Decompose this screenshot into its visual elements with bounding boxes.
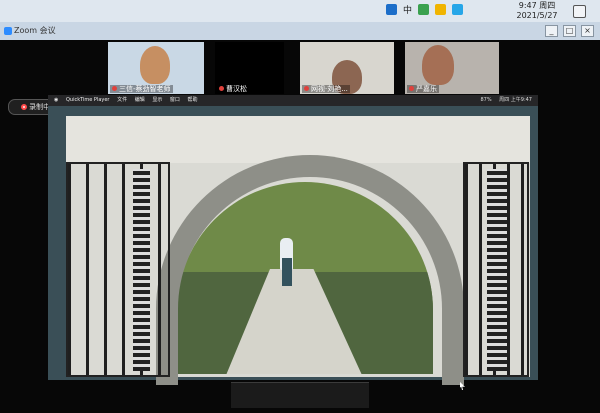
participant-name: 严嘉乐 bbox=[407, 85, 439, 93]
shared-menubar: ◉ QuickTime Player 文件 编辑 显示 窗口 帮助 87% 周四… bbox=[48, 95, 538, 106]
clock[interactable]: 9:47 周四 2021/5/27 bbox=[515, 1, 559, 21]
clock-time: 9:47 周四 bbox=[518, 1, 556, 10]
zoom-logo-icon bbox=[4, 27, 12, 35]
ime-icon[interactable] bbox=[386, 4, 397, 15]
participant-name: 曹汉松 bbox=[217, 85, 249, 93]
menu-file: 文件 bbox=[117, 97, 128, 103]
maximize-button[interactable]: □ bbox=[563, 25, 576, 37]
menu-edit: 编辑 bbox=[134, 97, 145, 103]
wechat-icon[interactable] bbox=[418, 4, 430, 15]
mic-muted-icon bbox=[409, 86, 414, 91]
participant-name: 网视·刘艳... bbox=[302, 85, 350, 93]
participant-tile[interactable]: 网视·刘艳... bbox=[300, 42, 394, 94]
menu-help: 帮助 bbox=[187, 97, 198, 103]
menu-window: 窗口 bbox=[169, 97, 180, 103]
menu-app: QuickTime Player bbox=[65, 97, 110, 103]
window-controls: _ □ × bbox=[545, 25, 594, 37]
mic-muted-icon bbox=[112, 86, 117, 91]
mic-muted-icon bbox=[219, 86, 224, 91]
walking-person-legs bbox=[282, 258, 292, 286]
participant-tile[interactable]: 曹汉松 bbox=[215, 42, 284, 94]
window-title: Zoom 会议 bbox=[14, 26, 56, 35]
taskbar: 中 9:47 周四 2021/5/27 bbox=[0, 0, 600, 23]
video-controls[interactable] bbox=[231, 382, 369, 408]
participant-name: 三信-蔡劲智老师 bbox=[110, 85, 173, 93]
left-ornament-panel bbox=[133, 169, 150, 371]
participant-video bbox=[422, 45, 454, 85]
minimize-button[interactable]: _ bbox=[545, 25, 558, 37]
participant-tile[interactable]: 严嘉乐 bbox=[405, 42, 499, 94]
participant-tile[interactable]: 三信-蔡劲智老师 bbox=[108, 42, 204, 94]
window-titlebar: Zoom 会议 _ □ × bbox=[0, 22, 600, 40]
menu-view: 显示 bbox=[152, 97, 163, 103]
notification-icon[interactable] bbox=[573, 5, 586, 18]
mac-status: 87% 周四 上午9:47 bbox=[480, 97, 532, 103]
record-icon bbox=[21, 104, 28, 110]
input-language[interactable]: 中 bbox=[403, 3, 412, 16]
mic-muted-icon bbox=[304, 86, 309, 91]
right-ornament-panel bbox=[487, 169, 507, 371]
left-iron-gate bbox=[66, 162, 170, 377]
system-tray: 中 bbox=[386, 3, 464, 16]
participant-video bbox=[140, 46, 170, 84]
clock-date: 2021/5/27 bbox=[516, 11, 558, 20]
network-icon[interactable] bbox=[452, 4, 464, 15]
close-button[interactable]: × bbox=[581, 25, 594, 37]
volume-icon[interactable] bbox=[435, 4, 447, 15]
apple-icon: ◉ bbox=[54, 97, 59, 103]
